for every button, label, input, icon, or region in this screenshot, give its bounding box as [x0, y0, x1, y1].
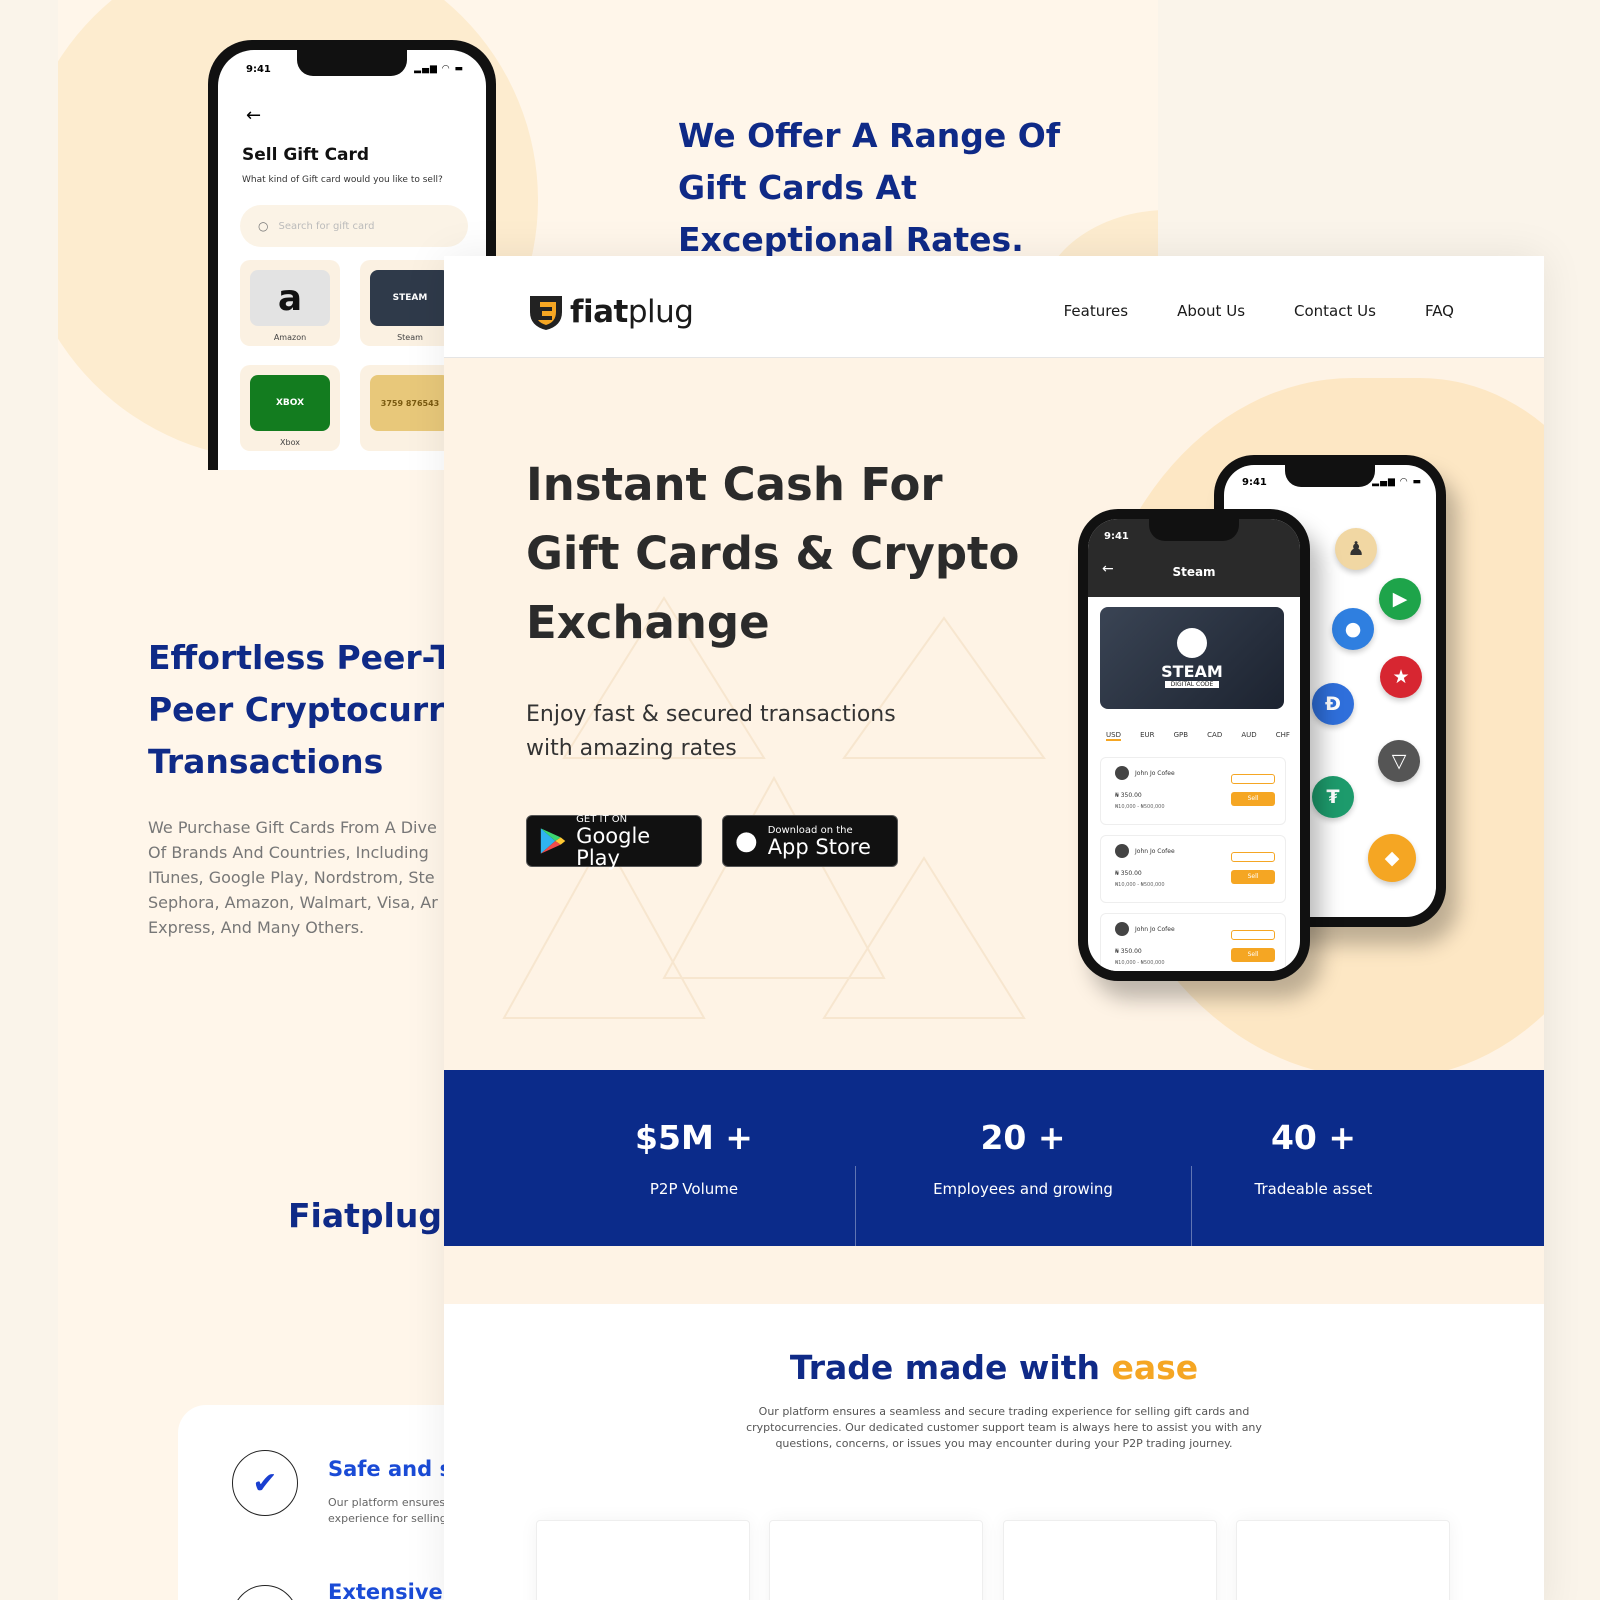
screen-subtitle: What kind of Gift card would you like to…	[242, 175, 443, 185]
feature-card[interactable]	[536, 1520, 750, 1600]
gift-card-xbox[interactable]: XBOX Xbox	[240, 365, 340, 451]
google-play-coin-icon: ▶	[1379, 578, 1421, 620]
avatar	[1115, 766, 1129, 780]
avatar	[1115, 844, 1129, 858]
search-icon: ○	[258, 219, 269, 233]
gift-card-amazon[interactable]: a Amazon	[240, 260, 340, 346]
p2p-heading: Effortless Peer-To Peer Cryptocurre Tran…	[148, 638, 472, 781]
stat-tradeable-asset: 40 + Tradeable asset	[1254, 1118, 1373, 1198]
tab-aud[interactable]: AUD	[1241, 731, 1256, 741]
avatar	[1115, 922, 1129, 936]
steam-logo-icon	[1177, 628, 1207, 658]
tab-chf[interactable]: CHF	[1276, 731, 1290, 741]
xbox-logo: XBOX	[250, 375, 330, 431]
hero-section: Instant Cash For Gift Cards & Crypto Exc…	[444, 358, 1544, 1070]
status-icons: ▂▄▆ ◠ ▬	[414, 64, 464, 74]
gift-card-search[interactable]: ○ Search for gift card	[240, 205, 468, 247]
tab-cad[interactable]: CAD	[1207, 731, 1222, 741]
sell-button[interactable]: Sell	[1231, 792, 1275, 806]
tab-gpb[interactable]: GPB	[1174, 731, 1188, 741]
trade-description: Our platform ensures a seamless and secu…	[746, 1405, 1262, 1450]
currency-tabs: USD EUR GPB CAD AUD CHF	[1106, 731, 1290, 741]
nav-faq[interactable]: FAQ	[1425, 302, 1454, 320]
tether-coin-icon: ₮	[1312, 776, 1354, 818]
stat-employees: 20 + Employees and growing	[933, 1118, 1113, 1198]
section-spacer	[444, 1246, 1544, 1304]
search-placeholder: Search for gift card	[278, 220, 375, 232]
steam-logo: STEAM	[370, 270, 450, 326]
stats-band: $5M + P2P Volume 20 + Employees and grow…	[444, 1070, 1544, 1246]
hero-title: Instant Cash For Gift Cards & Crypto Exc…	[526, 458, 1020, 649]
amazon-logo: a	[250, 270, 330, 326]
sell-button[interactable]: Sell	[1231, 870, 1275, 884]
star-coin-icon: ★	[1380, 656, 1422, 698]
phone-notch	[297, 50, 407, 76]
trade-heading: Trade made with ease	[789, 1348, 1199, 1387]
steam-card-image: STEAM DIGITAL CODE	[1100, 607, 1284, 709]
check-icon: ✔	[232, 1450, 298, 1516]
nav-features[interactable]: Features	[1064, 302, 1129, 320]
app-store-button[interactable]: ● Download on the App Store	[722, 815, 898, 867]
feature-card[interactable]	[1236, 1520, 1450, 1600]
tab-usd[interactable]: USD	[1106, 731, 1121, 741]
top-navbar: fiatplug Features About Us Contact Us FA…	[444, 256, 1544, 358]
apple-coin-icon: ●	[1332, 608, 1374, 650]
nav-links: Features About Us Contact Us FAQ	[1064, 302, 1454, 320]
dai-coin-icon: Đ	[1312, 683, 1354, 725]
back-arrow-icon[interactable]: ←	[246, 105, 261, 126]
steam-trade-phone: 9:41 ← Steam STEAM DIGITAL CODE USD EUR …	[1078, 509, 1310, 981]
tab-eur[interactable]: EUR	[1140, 731, 1154, 741]
landing-page: fiatplug Features About Us Contact Us FA…	[444, 256, 1544, 1600]
offer-heading: We Offer A Range Of Gift Cards At Except…	[678, 116, 1061, 259]
sell-button[interactable]: Sell	[1231, 948, 1275, 962]
p2p-description: We Purchase Gift Cards From A Dive Of Br…	[148, 818, 438, 937]
offer-row: John Jo Cofee ₦ 350.00 ₦10,000 - ₦500,00…	[1100, 913, 1286, 971]
status-time: 9:41	[246, 64, 271, 75]
google-play-icon	[540, 828, 566, 854]
apple-icon: ●	[735, 826, 758, 856]
nav-about-us[interactable]: About Us	[1177, 302, 1245, 320]
stat-p2p-volume: $5M + P2P Volume	[635, 1118, 753, 1198]
playstation-icon: ♟	[1335, 528, 1377, 570]
feature-card[interactable]	[769, 1520, 983, 1600]
fiatplug-heading: Fiatplug	[288, 1196, 442, 1235]
tron-coin-icon: ▽	[1378, 740, 1420, 782]
gold-card-image: 3759 876543	[370, 375, 450, 431]
screen-title: Sell Gift Card	[242, 145, 370, 165]
nav-contact-us[interactable]: Contact Us	[1294, 302, 1376, 320]
google-play-button[interactable]: GET IT ON Google Play	[526, 814, 702, 869]
hero-subtitle: Enjoy fast & secured transactions with a…	[526, 702, 896, 761]
feature-text: Our platform ensures experience for sell…	[328, 1496, 447, 1525]
offer-row: John Jo Cofee ₦ 350.00 ₦10,000 - ₦500,00…	[1100, 835, 1286, 903]
fiatplug-logo[interactable]: fiatplug	[526, 292, 694, 332]
feature-card[interactable]	[1003, 1520, 1217, 1600]
offer-row: John Jo Cofee ₦ 350.00 ₦10,000 - ₦500,00…	[1100, 757, 1286, 825]
binance-coin-icon: ◆	[1368, 834, 1416, 882]
shield-logo-icon	[526, 292, 566, 332]
